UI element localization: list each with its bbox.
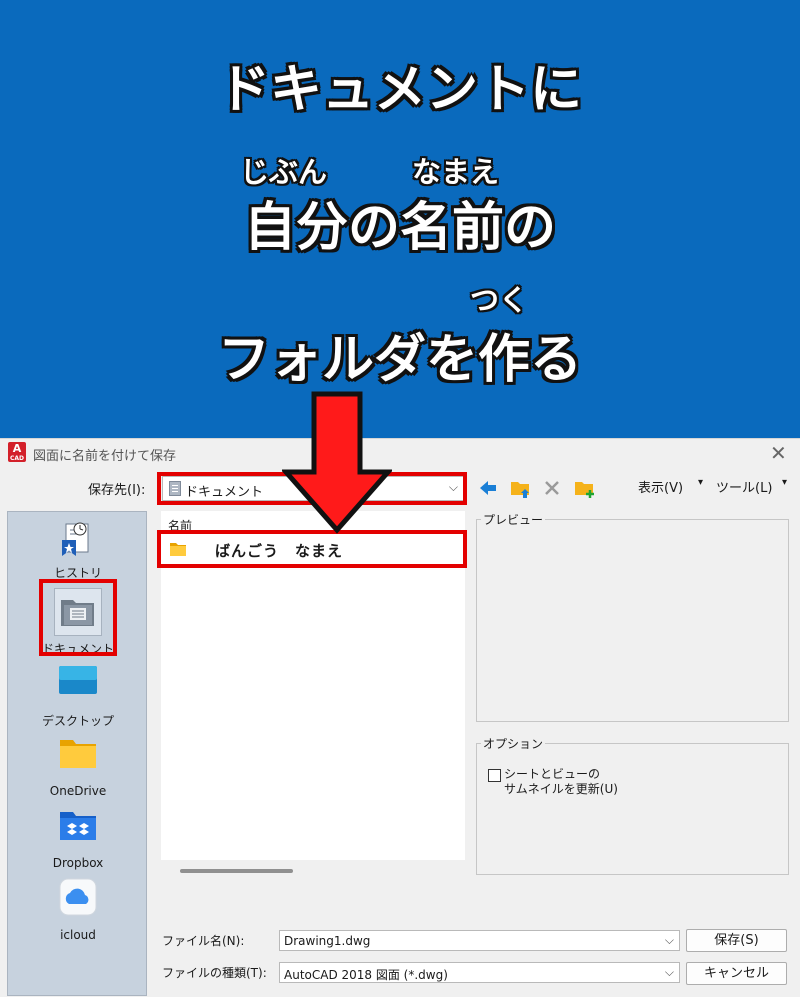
file-type-label: ファイルの種類(T):: [162, 966, 267, 980]
options-title: オプション: [481, 735, 546, 752]
tools-menu[interactable]: ツール(L): [716, 477, 772, 496]
close-button[interactable]: ✕: [770, 441, 787, 465]
up-folder-icon[interactable]: [510, 477, 532, 499]
file-name-input[interactable]: Drawing1.dwg ⌵: [279, 930, 680, 951]
back-arrow-icon[interactable]: [478, 479, 498, 497]
save-in-label: 保存先(I):: [88, 483, 146, 498]
down-arrow-icon: [282, 391, 392, 534]
new-folder-icon[interactable]: [574, 477, 596, 499]
file-name-label: ファイル名(N):: [162, 934, 245, 948]
banner-line-1: ドキュメントに: [217, 59, 584, 122]
horizontal-scrollbar[interactable]: [180, 869, 293, 873]
place-dropbox-label: Dropbox: [52, 856, 104, 870]
preview-group: [476, 519, 789, 722]
banner-line-2: 自分の名前の: [243, 197, 558, 260]
update-thumbnails-label: シートとビューの サムネイルを更新(U): [504, 767, 618, 796]
desktop-icon: [59, 666, 97, 694]
chevron-down-icon: ⌵: [664, 933, 674, 947]
chevron-down-icon: ⌵: [664, 965, 674, 979]
view-menu[interactable]: 表示(V): [638, 477, 683, 496]
dialog-title: 図面に名前を付けて保存: [33, 449, 177, 464]
icloud-icon: [59, 878, 97, 916]
autocad-app-icon: A CAD: [8, 442, 26, 462]
banner-line-3: フォルダを作る: [217, 329, 584, 392]
instruction-banner: ドキュメントに じぶん なまえ 自分の名前の つく フォルダを作る: [0, 0, 800, 438]
banner-ruby-jibun: じぶん: [240, 155, 328, 189]
file-type-value: AutoCAD 2018 図面 (*.dwg): [284, 968, 448, 982]
place-onedrive-label: OneDrive: [49, 784, 107, 798]
file-type-select[interactable]: AutoCAD 2018 図面 (*.dwg) ⌵: [279, 962, 680, 983]
save-as-dialog: A CAD 図面に名前を付けて保存 ✕ 保存先(I): ドキュメント ⌵ 表示(V…: [0, 438, 800, 997]
view-dropdown-icon[interactable]: ▾: [698, 477, 703, 488]
cancel-button[interactable]: キャンセル: [686, 962, 787, 985]
save-button[interactable]: 保存(S): [686, 929, 787, 952]
place-desktop-label: デスクトップ: [41, 714, 114, 728]
banner-ruby-namae: なまえ: [412, 155, 500, 189]
highlight-new-folder: [157, 530, 467, 568]
highlight-documents: [39, 579, 117, 656]
tools-dropdown-icon[interactable]: ▾: [782, 477, 787, 488]
update-thumbnails-checkbox[interactable]: [488, 769, 501, 782]
history-icon: [62, 522, 89, 556]
dropbox-icon: [60, 812, 96, 840]
file-name-value: Drawing1.dwg: [284, 934, 371, 948]
preview-title: プレビュー: [481, 511, 546, 528]
options-group: [476, 743, 789, 875]
place-icloud-label: icloud: [60, 928, 96, 942]
folder-icon: [60, 740, 96, 768]
delete-icon[interactable]: [543, 479, 561, 497]
banner-ruby-tsuku: つく: [470, 283, 529, 317]
